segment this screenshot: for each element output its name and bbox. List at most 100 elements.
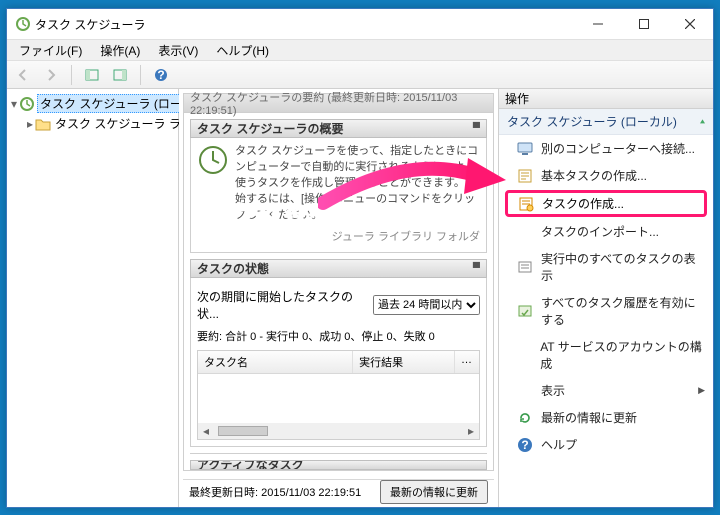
account-icon <box>517 347 532 363</box>
toolbar-separator <box>140 65 141 85</box>
action-import[interactable]: タスクのインポート... <box>499 218 713 245</box>
status-summary: 要約: 合計 0 - 実行中 0、成功 0、停止 0、失敗 0 <box>197 326 480 350</box>
status-groupbar[interactable]: タスクの状態 ▀ <box>190 259 487 278</box>
help-icon: ? <box>517 437 533 453</box>
minimize-button[interactable] <box>575 9 621 39</box>
create-task-icon <box>518 196 534 212</box>
action-enable-history[interactable]: すべてのタスク履歴を有効にする <box>499 289 713 333</box>
menu-help[interactable]: ヘルプ(H) <box>208 40 277 61</box>
titlebar: タスク スケジューラ <box>7 9 713 39</box>
menubar: ファイル(F) 操作(A) 表示(V) ヘルプ(H) <box>7 39 713 61</box>
action-label: 実行中のすべてのタスクの表示 <box>541 250 705 284</box>
scroll-thumb[interactable] <box>218 426 268 436</box>
tree-root[interactable]: ▾ タスク スケジューラ (ローカル) <box>9 93 176 114</box>
menu-view[interactable]: 表示(V) <box>150 40 206 61</box>
col-task-name[interactable]: タスク名 <box>198 351 353 373</box>
last-refresh-label: 最終更新日時: 2015/11/03 22:19:51 <box>189 484 374 500</box>
svg-text:?: ? <box>521 438 528 452</box>
center-footer: 最終更新日時: 2015/11/03 22:19:51 最新の情報に更新 <box>183 479 494 503</box>
status-body: 次の期間に開始したタスクの状... 過去 24 時間以内 要約: 合計 0 - … <box>190 278 487 447</box>
overview-cut-text: ジューラ ライブラリ フォルダ <box>197 230 480 246</box>
client-area: ▾ タスク スケジューラ (ローカル) ▸ タスク スケジューラ ライブラリ タ… <box>7 89 713 507</box>
chevron-up-icon: ▀ <box>473 263 480 274</box>
running-icon <box>517 259 533 275</box>
action-label: 最新の情報に更新 <box>541 409 637 426</box>
scroll-left-icon[interactable]: ◂ <box>198 424 214 438</box>
toolbar: ? <box>7 61 713 89</box>
nav-back-button <box>11 63 35 87</box>
overview-title: タスク スケジューラの概要 <box>197 120 344 137</box>
collapse-icon: ▴ <box>700 117 705 126</box>
divider <box>190 453 487 454</box>
table-body <box>198 374 479 423</box>
action-show-running[interactable]: 実行中のすべてのタスクの表示 <box>499 245 713 289</box>
view-icon <box>517 383 533 399</box>
expander-icon[interactable]: ▸ <box>27 117 33 131</box>
table-header: タスク名 実行結果 … <box>198 351 479 374</box>
action-view[interactable]: 表示 ▶ <box>499 377 713 404</box>
action-create-task[interactable]: タスクの作成... <box>505 190 707 217</box>
nav-forward-button <box>39 63 63 87</box>
actions-pane: 操作 タスク スケジューラ (ローカル) ▴ 別のコンピューターへ接続... 基… <box>499 89 713 507</box>
status-table: タスク名 実行結果 … ◂ ▸ <box>197 350 480 440</box>
action-label: すべてのタスク履歴を有効にする <box>541 294 705 328</box>
tree-pane: ▾ タスク スケジューラ (ローカル) ▸ タスク スケジューラ ライブラリ <box>7 89 179 507</box>
chevron-right-icon: ▶ <box>698 385 705 396</box>
window-buttons <box>575 9 713 39</box>
menu-action[interactable]: 操作(A) <box>92 40 148 61</box>
app-window: タスク スケジューラ ファイル(F) 操作(A) 表示(V) ヘルプ(H) ? … <box>6 8 714 508</box>
scheduler-icon <box>19 96 35 112</box>
action-refresh[interactable]: 最新の情報に更新 <box>499 404 713 431</box>
clock-icon <box>197 144 229 224</box>
chevron-up-icon: ▀ <box>473 123 480 134</box>
center-body: タスク スケジューラの概要 ▀ タスク スケジューラを使って、指定したときにコン… <box>183 113 494 471</box>
actions-pane-title: 操作 <box>499 89 713 109</box>
col-more[interactable]: … <box>455 351 479 373</box>
menu-file[interactable]: ファイル(F) <box>11 40 90 61</box>
overview-body: タスク スケジューラを使って、指定したときにコンピューターで自動的に実行されるよ… <box>190 138 487 253</box>
overview-text: タスク スケジューラを使って、指定したときにコンピューターで自動的に実行されるよ… <box>235 144 480 224</box>
computer-icon <box>517 141 533 157</box>
toolbar-separator <box>71 65 72 85</box>
history-icon <box>517 303 533 319</box>
action-connect[interactable]: 別のコンピューターへ接続... <box>499 135 713 162</box>
status-title: タスクの状態 <box>197 260 269 277</box>
basic-task-icon <box>517 168 533 184</box>
refresh-icon <box>517 410 533 426</box>
status-period-label: 次の期間に開始したタスクの状... <box>197 288 367 322</box>
action-label: 基本タスクの作成... <box>541 167 647 184</box>
overview-groupbar[interactable]: タスク スケジューラの概要 ▀ <box>190 119 487 138</box>
import-icon <box>517 224 533 240</box>
action-label: AT サービスのアカウントの構成 <box>540 338 705 372</box>
actions-group-header[interactable]: タスク スケジューラ (ローカル) ▴ <box>499 109 713 135</box>
center-pane: タスク スケジューラの要約 (最終更新日時: 2015/11/03 22:19:… <box>179 89 499 507</box>
maximize-button[interactable] <box>621 9 667 39</box>
actions-group-title: タスク スケジューラ (ローカル) <box>507 113 677 130</box>
action-label: タスクのインポート... <box>541 223 659 240</box>
active-groupbar[interactable]: アクティブなタスク <box>190 460 487 470</box>
horizontal-scrollbar[interactable]: ◂ ▸ <box>198 423 479 439</box>
action-label: 表示 <box>541 382 565 399</box>
show-hide-actions-button[interactable] <box>108 63 132 87</box>
window-title: タスク スケジューラ <box>31 16 575 33</box>
close-button[interactable] <box>667 9 713 39</box>
action-help[interactable]: ? ヘルプ <box>499 431 713 458</box>
svg-text:?: ? <box>157 68 164 82</box>
action-label: ヘルプ <box>541 436 577 453</box>
summary-header: タスク スケジューラの要約 (最終更新日時: 2015/11/03 22:19:… <box>183 93 494 113</box>
col-run-result[interactable]: 実行結果 <box>353 351 455 373</box>
action-create-basic[interactable]: 基本タスクの作成... <box>499 162 713 189</box>
app-icon <box>15 16 31 32</box>
show-hide-tree-button[interactable] <box>80 63 104 87</box>
action-label: タスクの作成... <box>542 195 624 212</box>
active-title: アクティブなタスク <box>197 460 304 470</box>
folder-icon <box>35 116 51 132</box>
expander-icon[interactable]: ▾ <box>11 97 17 111</box>
status-period-select[interactable]: 過去 24 時間以内 <box>373 295 480 315</box>
tree-library[interactable]: ▸ タスク スケジューラ ライブラリ <box>9 114 176 133</box>
refresh-button[interactable]: 最新の情報に更新 <box>380 480 488 504</box>
action-label: 別のコンピューターへ接続... <box>541 140 695 157</box>
help-button[interactable]: ? <box>149 63 173 87</box>
action-at-account[interactable]: AT サービスのアカウントの構成 <box>499 333 713 377</box>
scroll-right-icon[interactable]: ▸ <box>463 424 479 438</box>
